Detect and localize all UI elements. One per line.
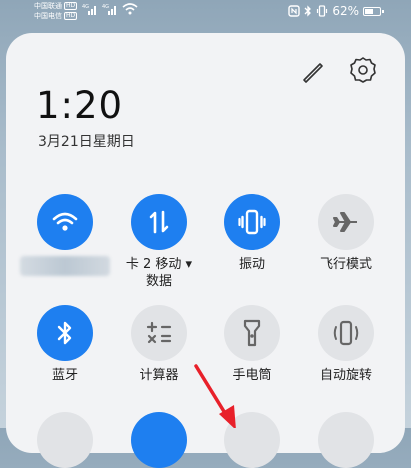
tile-partial[interactable]	[318, 412, 374, 468]
mobile-data-label: 卡 2 移动 ▾	[125, 257, 193, 272]
mobile-data-toggle[interactable]	[131, 194, 187, 250]
tile-wifi[interactable]	[15, 194, 115, 276]
svg-text:4G: 4G	[102, 4, 109, 10]
rotate-icon	[333, 320, 359, 346]
tile-partial[interactable]	[37, 412, 93, 468]
carrier-1: 中国联通	[34, 2, 62, 10]
calculator-label: 计算器	[139, 368, 179, 383]
tile-auto-rotate[interactable]: 自动旋转	[296, 305, 396, 384]
data-arrows-icon	[149, 210, 169, 234]
tile-airplane[interactable]: 飞行模式	[296, 194, 396, 273]
tile-calculator[interactable]: 计算器	[109, 305, 209, 384]
airplane-toggle[interactable]	[318, 194, 374, 250]
wifi-label-blurred	[20, 256, 110, 276]
battery-icon	[363, 6, 384, 16]
tile-bluetooth[interactable]: 蓝牙	[15, 305, 115, 384]
wifi-icon	[52, 212, 78, 231]
auto-rotate-toggle[interactable]	[318, 305, 374, 361]
edit-button[interactable]	[299, 57, 327, 85]
flashlight-icon	[243, 319, 261, 347]
vibrate-label: 振动	[238, 257, 265, 272]
carrier-info: 中国联通 HD 中国电信 HD	[34, 1, 78, 21]
clock-time: 1:20	[36, 84, 124, 127]
battery-percent: 62%	[332, 4, 359, 18]
tile-vibrate[interactable]: 振动	[202, 194, 302, 273]
hd-badge: HD	[64, 12, 78, 20]
vibrate-toggle[interactable]	[224, 194, 280, 250]
airplane-label: 飞行模式	[319, 257, 372, 272]
edit-icon	[303, 63, 323, 83]
nfc-icon	[288, 5, 301, 17]
bluetooth-label: 蓝牙	[51, 368, 78, 383]
settings-icon	[350, 57, 376, 83]
settings-button[interactable]	[348, 55, 378, 85]
status-bar: 中国联通 HD 中国电信 HD 4G 4G 62%	[0, 0, 411, 24]
flashlight-label: 手电筒	[232, 368, 272, 383]
airplane-icon	[333, 212, 357, 232]
bluetooth-icon	[304, 5, 312, 17]
svg-text:4G: 4G	[82, 4, 89, 10]
calculator-button[interactable]	[131, 305, 187, 361]
mobile-data-sublabel: 数据	[145, 274, 172, 289]
wifi-status-icon	[122, 3, 138, 15]
tile-partial[interactable]	[131, 412, 187, 468]
wifi-toggle[interactable]	[37, 194, 93, 250]
tile-partial[interactable]	[224, 412, 280, 468]
vibrate-icon	[238, 209, 266, 235]
signal-icon: 4G	[102, 4, 116, 15]
bluetooth-icon	[57, 321, 72, 345]
hd-badge: HD	[64, 2, 78, 10]
auto-rotate-label: 自动旋转	[319, 368, 372, 383]
tile-flashlight[interactable]: 手电筒	[202, 305, 302, 384]
status-right: 62%	[288, 4, 384, 18]
flashlight-toggle[interactable]	[224, 305, 280, 361]
battery-fill	[365, 8, 373, 14]
signal-indicators: 4G 4G	[82, 3, 138, 15]
bluetooth-toggle[interactable]	[37, 305, 93, 361]
vibrate-icon	[317, 5, 328, 17]
signal-icon: 4G	[82, 4, 96, 15]
clock-date: 3月21日星期日	[38, 134, 135, 150]
calculator-icon	[146, 321, 172, 344]
carrier-2: 中国电信	[34, 12, 62, 20]
tile-mobile-data[interactable]: 卡 2 移动 ▾ 数据	[109, 194, 209, 290]
